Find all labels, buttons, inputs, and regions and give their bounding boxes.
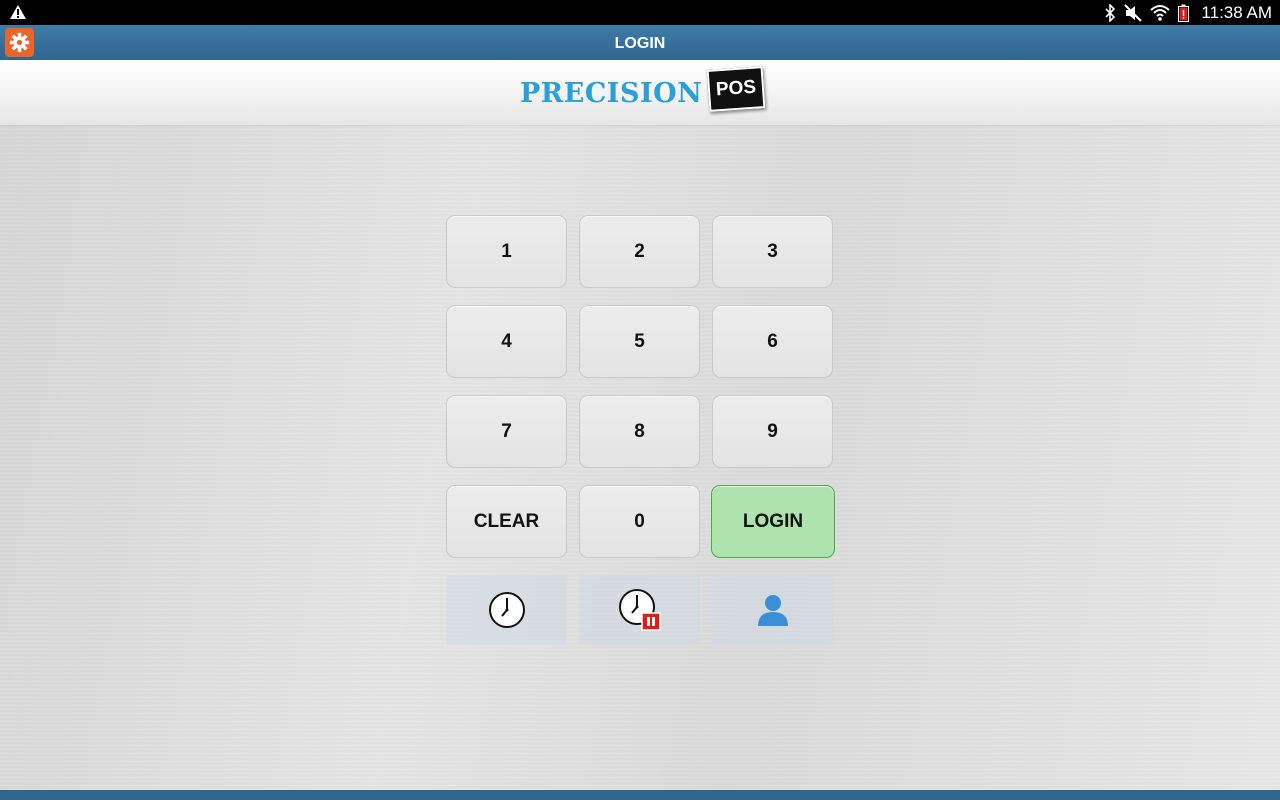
key-2[interactable]: 2	[579, 215, 700, 288]
logo-badge: POS	[706, 66, 766, 112]
key-7[interactable]: 7	[446, 395, 567, 468]
bottom-bar	[0, 790, 1280, 800]
logo: PRECISION POS	[520, 66, 766, 118]
key-8[interactable]: 8	[579, 395, 700, 468]
mute-icon	[1124, 3, 1143, 22]
login-button[interactable]: LOGIN	[711, 485, 835, 558]
user-button[interactable]	[712, 575, 833, 645]
key-4[interactable]: 4	[446, 305, 567, 378]
settings-button[interactable]	[5, 28, 34, 57]
logo-bar: PRECISION POS	[0, 60, 1280, 125]
logo-badge-text: POS	[715, 76, 757, 101]
key-5[interactable]: 5	[579, 305, 700, 378]
logo-word: PRECISION	[520, 77, 703, 109]
key-0[interactable]: 0	[579, 485, 700, 558]
key-6[interactable]: 6	[712, 305, 833, 378]
user-icon	[757, 595, 788, 626]
bluetooth-icon	[1105, 3, 1116, 22]
wifi-icon	[1150, 4, 1171, 21]
clear-button[interactable]: CLEAR	[446, 485, 567, 558]
key-9[interactable]: 9	[712, 395, 833, 468]
clock-pause-icon	[618, 589, 661, 631]
clock-in-button[interactable]	[446, 575, 567, 645]
key-3[interactable]: 3	[712, 215, 833, 288]
status-bar: 11:38 AM	[0, 0, 1280, 25]
clock-time: 11:38 AM	[1201, 2, 1272, 22]
title-bar: LOGIN	[0, 25, 1280, 60]
page-title: LOGIN	[614, 35, 666, 52]
gear-icon	[9, 32, 30, 53]
warning-icon	[10, 5, 26, 19]
battery-icon	[1178, 4, 1190, 22]
clock-break-button[interactable]	[579, 575, 700, 645]
clock-icon	[488, 592, 525, 628]
key-1[interactable]: 1	[446, 215, 567, 288]
